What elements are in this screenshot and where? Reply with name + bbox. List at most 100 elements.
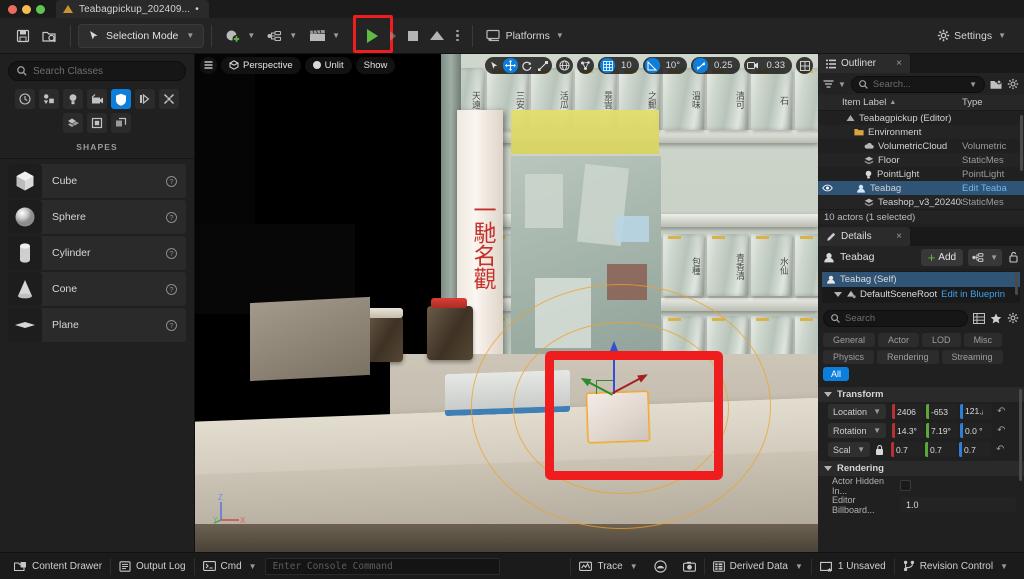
chip-all[interactable]: All bbox=[823, 367, 849, 381]
console-command-input[interactable]: Enter Console Command bbox=[265, 558, 500, 575]
category-volumes[interactable] bbox=[159, 89, 179, 109]
rotation-y-field[interactable]: 7.19° bbox=[926, 423, 958, 438]
coordinate-space-button[interactable] bbox=[556, 57, 573, 74]
component-scrollbar[interactable] bbox=[1015, 273, 1018, 295]
location-y-field[interactable]: -653 bbox=[926, 404, 958, 419]
content-drawer-button[interactable]: Content Drawer bbox=[6, 557, 110, 576]
scale-z-field[interactable]: 0.7 bbox=[959, 442, 991, 457]
transform-section-header[interactable]: Transform bbox=[818, 387, 1024, 402]
chip-misc[interactable]: Misc bbox=[964, 333, 1003, 347]
scale-snap-toggle[interactable] bbox=[693, 58, 708, 73]
lock-details-icon[interactable] bbox=[1008, 251, 1019, 263]
browse-content-button[interactable] bbox=[36, 24, 63, 48]
chip-physics[interactable]: Physics bbox=[823, 350, 874, 364]
chip-actor[interactable]: Actor bbox=[878, 333, 919, 347]
table-row[interactable]: Floor StaticMes bbox=[818, 153, 1024, 167]
save-button[interactable] bbox=[10, 24, 36, 48]
show-flags-dropdown[interactable]: Show bbox=[356, 57, 396, 74]
favorites-star-icon[interactable] bbox=[990, 313, 1002, 324]
table-row[interactable]: PointLight PointLight bbox=[818, 167, 1024, 181]
rotation-x-field[interactable]: 14.3° bbox=[892, 423, 924, 438]
category-recently-placed[interactable] bbox=[15, 89, 35, 109]
table-row[interactable]: Teabagpickup (Editor) bbox=[818, 111, 1024, 125]
rotation-z-field[interactable]: 0.0 ° bbox=[960, 423, 992, 438]
rotation-dropdown[interactable]: Rotation ▼ bbox=[828, 423, 886, 438]
settings-button[interactable]: Settings ▼ bbox=[931, 24, 1012, 48]
chip-general[interactable]: General bbox=[823, 333, 875, 347]
pause-button[interactable] bbox=[384, 24, 402, 48]
play-button[interactable] bbox=[361, 24, 384, 48]
category-shapes[interactable] bbox=[111, 89, 131, 109]
stop-button[interactable] bbox=[402, 24, 424, 48]
help-icon[interactable]: ? bbox=[166, 320, 177, 331]
help-icon[interactable]: ? bbox=[166, 248, 177, 259]
camera-speed-icon[interactable] bbox=[746, 58, 761, 73]
component-row-root[interactable]: DefaultSceneRoot Edit in Blueprin bbox=[822, 287, 1020, 302]
platforms-button[interactable]: Platforms ▼ bbox=[480, 24, 570, 48]
category-cinematic[interactable] bbox=[87, 89, 107, 109]
chip-rendering[interactable]: Rendering bbox=[877, 350, 939, 364]
outliner-filter-button[interactable]: ▼ bbox=[823, 79, 846, 89]
category-lights[interactable] bbox=[63, 89, 83, 109]
unsaved-button[interactable]: 1 Unsaved bbox=[812, 557, 894, 576]
reset-location-icon[interactable]: ↶ bbox=[997, 406, 1005, 417]
outliner-row-type[interactable]: Edit Teaba bbox=[962, 183, 1024, 194]
search-classes-input[interactable]: Search Classes bbox=[8, 61, 186, 81]
eject-button[interactable] bbox=[424, 24, 450, 48]
actor-hidden-checkbox[interactable] bbox=[900, 480, 911, 491]
select-tool-button[interactable] bbox=[487, 58, 502, 73]
gear-icon[interactable] bbox=[1007, 78, 1019, 90]
viewport-menu-button[interactable] bbox=[200, 57, 217, 74]
category-geometry[interactable] bbox=[87, 113, 107, 133]
level-viewport[interactable]: 天遠 三安 活瓜 景雲 之郵 溫味 清可 石 香 青香茗 岑石茗 鐵觀音 南嶽 … bbox=[195, 54, 818, 552]
table-row[interactable]: Teashop_v3_202408 StaticMes bbox=[818, 195, 1024, 209]
outliner-search-input[interactable]: Search... ▼ bbox=[851, 76, 985, 93]
chip-streaming[interactable]: Streaming bbox=[942, 350, 1003, 364]
scale-x-field[interactable]: 0.7 bbox=[891, 442, 923, 457]
details-search-input[interactable]: Search bbox=[823, 310, 968, 327]
component-row-self[interactable]: Teabag (Self) bbox=[822, 272, 1020, 287]
list-item-plane[interactable]: Plane ? bbox=[8, 308, 186, 342]
new-folder-icon[interactable] bbox=[990, 79, 1002, 90]
gizmo-plane-handle[interactable] bbox=[596, 380, 613, 394]
add-component-button[interactable]: + Add bbox=[921, 249, 963, 266]
selection-mode-dropdown[interactable]: Selection Mode ▼ bbox=[78, 24, 204, 48]
selected-teabag-actor[interactable] bbox=[586, 391, 650, 443]
list-item-cone[interactable]: Cone ? bbox=[8, 272, 186, 306]
grid-snap-value[interactable]: 10 bbox=[616, 60, 637, 71]
chevron-down-icon[interactable]: ▼ bbox=[969, 80, 977, 89]
output-log-button[interactable]: Output Log bbox=[111, 557, 193, 576]
play-options-button[interactable] bbox=[450, 24, 465, 48]
column-layout-icon[interactable] bbox=[973, 313, 985, 324]
scale-dropdown[interactable]: Scal ▼ bbox=[828, 442, 870, 457]
close-icon[interactable]: × bbox=[896, 231, 902, 242]
trace-record-button[interactable] bbox=[646, 557, 675, 576]
close-icon[interactable]: × bbox=[896, 58, 902, 69]
visibility-toggle[interactable] bbox=[818, 184, 836, 192]
scale-tool-button[interactable] bbox=[535, 58, 550, 73]
table-row[interactable]: VolumetricCloud Volumetric bbox=[818, 139, 1024, 153]
help-icon[interactable]: ? bbox=[166, 176, 177, 187]
grid-snap-toggle[interactable] bbox=[600, 58, 615, 73]
rendering-section-header[interactable]: Rendering bbox=[818, 461, 1024, 476]
table-row[interactable]: Teabag Edit Teaba bbox=[818, 181, 1024, 195]
camera-mode-dropdown[interactable]: Perspective bbox=[221, 57, 301, 74]
category-visual-effects[interactable] bbox=[135, 89, 155, 109]
window-controls[interactable] bbox=[0, 5, 45, 14]
outliner-scrollbar[interactable] bbox=[1020, 115, 1023, 171]
gizmo-z-axis[interactable] bbox=[613, 350, 615, 394]
maximize-viewport-button[interactable] bbox=[796, 57, 813, 74]
lighting-mode-dropdown[interactable]: Unlit bbox=[305, 57, 352, 74]
column-item-label[interactable]: Item Label ▲ bbox=[818, 97, 962, 108]
derived-data-button[interactable]: Derived Data ▼ bbox=[705, 557, 811, 576]
tab-outliner[interactable]: Outliner × bbox=[818, 54, 910, 73]
camera-speed-value[interactable]: 0.33 bbox=[762, 60, 791, 71]
help-icon[interactable]: ? bbox=[166, 284, 177, 295]
table-row[interactable]: Environment bbox=[818, 125, 1024, 139]
lock-scale-ratio-icon[interactable] bbox=[874, 444, 885, 456]
cmd-dropdown[interactable]: Cmd ▼ bbox=[195, 557, 265, 576]
category-basic[interactable] bbox=[39, 89, 59, 109]
list-item-cylinder[interactable]: Cylinder ? bbox=[8, 236, 186, 270]
list-item-sphere[interactable]: Sphere ? bbox=[8, 200, 186, 234]
maximize-window-button[interactable] bbox=[36, 5, 45, 14]
